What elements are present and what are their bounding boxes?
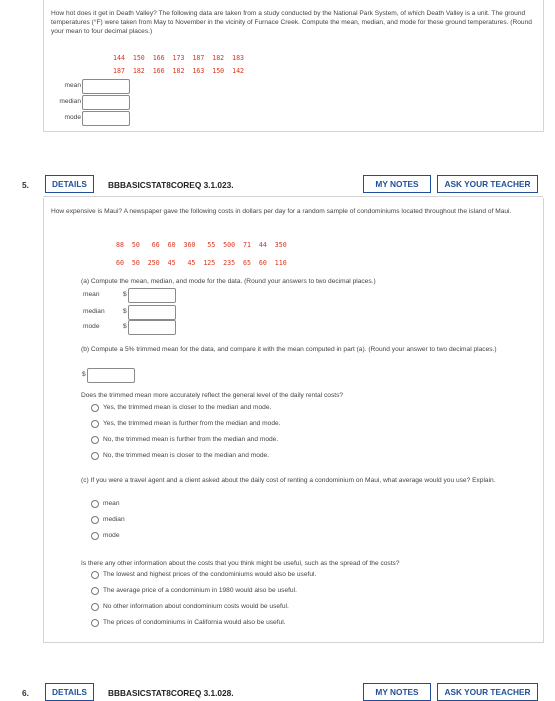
q6-my-notes-button[interactable]: MY NOTES	[363, 683, 431, 701]
q4-median-input[interactable]	[82, 95, 130, 110]
question-4-card: How hot does it get in Death Valley? The…	[43, 0, 544, 132]
q5-header-divider	[43, 196, 543, 197]
q4-data-row-1: 144 150 166 173 187 182 183	[113, 54, 245, 62]
other-option-3-radio[interactable]	[91, 603, 99, 611]
average-option-mean-label: mean	[103, 500, 120, 507]
q5-data-row-1: 88 50 66 60 360 55 500 71 44 350	[116, 241, 287, 249]
other-option-2-label: The average price of a condominium in 19…	[103, 587, 297, 594]
other-option-4-label: The prices of condominiums in California…	[103, 619, 286, 626]
average-option-mean-radio[interactable]	[91, 500, 99, 508]
question-5-number: 5.	[22, 180, 29, 190]
q5-my-notes-button[interactable]: MY NOTES	[363, 175, 431, 193]
question-5-card: How expensive is Maui? A newspaper gave …	[43, 198, 544, 643]
other-option-1-radio[interactable]	[91, 571, 99, 579]
q4-mean-label: mean	[64, 82, 82, 89]
q5-trimmed-question: Does the trimmed mean more accurately re…	[81, 392, 344, 399]
q4-mode-input[interactable]	[82, 111, 130, 126]
q5-trimmed-currency: $	[82, 371, 86, 378]
q5-data-row-2: 60 50 250 45 45 125 235 65 60 110	[116, 259, 287, 267]
trimmed-option-3-label: No, the trimmed mean is further from the…	[103, 436, 279, 443]
q5-median-input[interactable]	[128, 305, 176, 320]
q5-prompt: How expensive is Maui? A newspaper gave …	[51, 208, 512, 215]
q6-problem-code: BBBASICSTAT8COREQ 3.1.028.	[108, 688, 234, 698]
q5-ask-teacher-button[interactable]: ASK YOUR TEACHER	[437, 175, 538, 193]
q5-part-a: (a) Compute the mean, median, and mode f…	[81, 278, 376, 285]
q4-median-label: median	[59, 98, 81, 105]
other-option-3-label: No other information about condominium c…	[103, 603, 289, 610]
q4-mean-input[interactable]	[82, 79, 130, 94]
trimmed-option-2-label: Yes, the trimmed mean is further from th…	[103, 420, 281, 427]
other-option-4-radio[interactable]	[91, 619, 99, 627]
average-option-median-label: median	[103, 516, 125, 523]
q4-data-row-2: 187 182 166 182 163 150 142	[113, 67, 245, 75]
q5-trimmed-mean-input[interactable]	[87, 368, 135, 383]
trimmed-option-4-radio[interactable]	[91, 452, 99, 460]
question-6-number: 6.	[22, 688, 29, 698]
other-option-1-label: The lowest and highest prices of the con…	[103, 571, 317, 578]
q4-prompt: How hot does it get in Death Valley? The…	[51, 10, 532, 35]
trimmed-option-3-radio[interactable]	[91, 436, 99, 444]
q5-mode-label: mode	[83, 323, 100, 330]
q5-mean-input[interactable]	[128, 288, 176, 303]
q5-mode-currency: $	[123, 323, 127, 330]
q5-mean-currency: $	[123, 291, 127, 298]
trimmed-option-4-label: No, the trimmed mean is closer to the me…	[103, 452, 270, 459]
q5-median-label: median	[83, 308, 105, 315]
trimmed-option-2-radio[interactable]	[91, 420, 99, 428]
other-option-2-radio[interactable]	[91, 587, 99, 595]
q5-mean-label: mean	[83, 291, 100, 298]
q5-problem-code: BBBASICSTAT8COREQ 3.1.023.	[108, 180, 234, 190]
trimmed-option-1-radio[interactable]	[91, 404, 99, 412]
q4-mode-label: mode	[64, 114, 82, 121]
average-option-mode-radio[interactable]	[91, 532, 99, 540]
q5-part-c: (c) If you were a travel agent and a cli…	[81, 477, 496, 484]
trimmed-option-1-label: Yes, the trimmed mean is closer to the m…	[103, 404, 272, 411]
q5-mode-input[interactable]	[128, 320, 176, 335]
q5-median-currency: $	[123, 308, 127, 315]
average-option-mode-label: mode	[103, 532, 120, 539]
average-option-median-radio[interactable]	[91, 516, 99, 524]
q6-ask-teacher-button[interactable]: ASK YOUR TEACHER	[437, 683, 538, 701]
q5-part-b: (b) Compute a 5% trimmed mean for the da…	[81, 346, 497, 353]
q5-details-button[interactable]: DETAILS	[45, 175, 94, 193]
q6-details-button[interactable]: DETAILS	[45, 683, 94, 701]
q5-other-question: Is there any other information about the…	[81, 560, 400, 567]
